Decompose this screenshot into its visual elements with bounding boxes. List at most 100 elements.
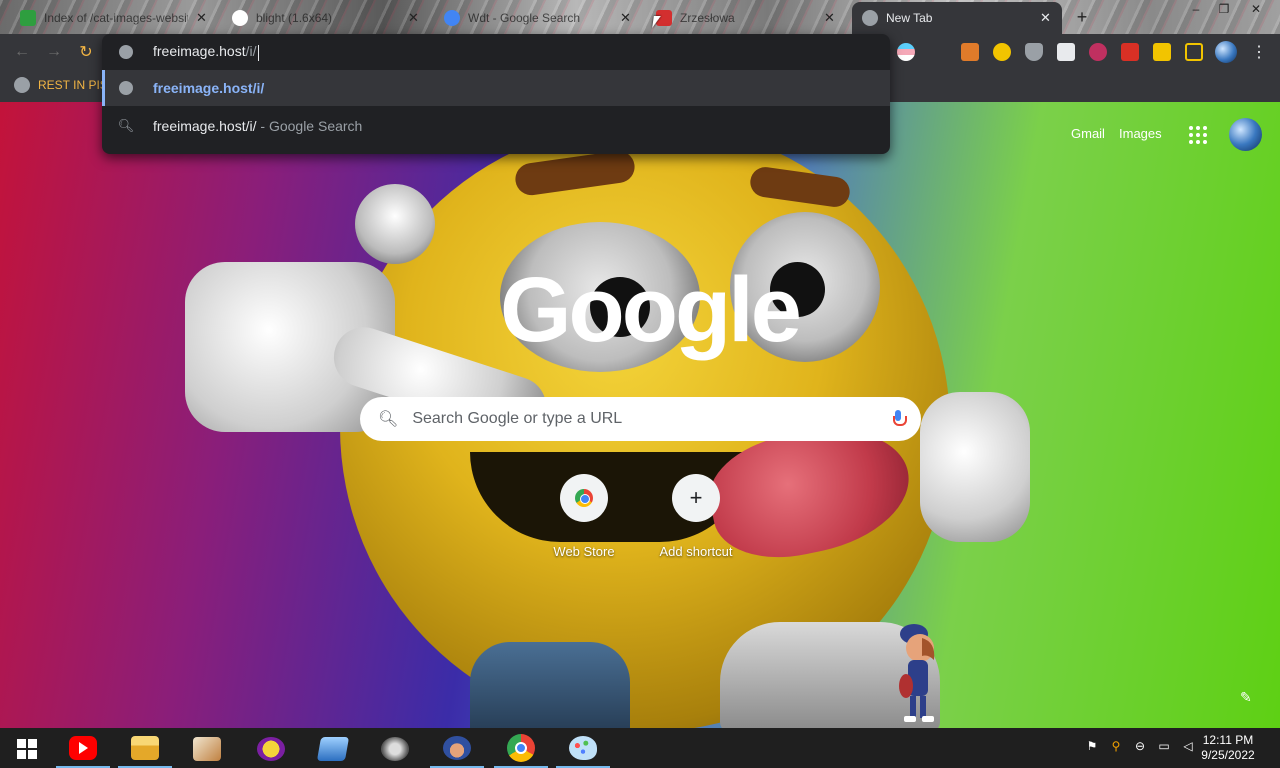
address-bar[interactable]: freeimage.host/i/	[102, 34, 890, 70]
start-button[interactable]	[0, 730, 54, 768]
suggestion-query: freeimage.host/i/	[153, 118, 257, 134]
wikipedia-icon[interactable]	[1057, 43, 1075, 61]
account-avatar[interactable]	[1229, 118, 1262, 151]
network-icon[interactable]: ▭	[1156, 738, 1172, 754]
restore-button[interactable]: ❐	[1210, 0, 1238, 18]
tab-close-icon[interactable]: ✕	[1040, 10, 1052, 26]
google-icon	[444, 10, 460, 26]
tab-title: Zrzesłowa	[680, 11, 735, 25]
paw-icon[interactable]	[961, 43, 979, 61]
window-close-button[interactable]: ✕	[1242, 0, 1270, 18]
suggestion-item[interactable]: 🔍︎ freeimage.host/i/ - Google Search	[102, 108, 890, 144]
taskbar-media-player[interactable]	[368, 730, 422, 768]
text-caret	[257, 44, 259, 61]
tab-title: Index of /cat-images-website	[44, 11, 188, 25]
tab-close-icon[interactable]: ✕	[196, 10, 208, 26]
background-glove	[920, 392, 1030, 542]
tab-title: blight (1.6x64)	[256, 11, 333, 25]
windows-logo-icon	[17, 739, 37, 759]
tab-active[interactable]: New Tab ✕	[852, 2, 1062, 34]
taskbar-mascot-app[interactable]	[430, 730, 484, 768]
taskbar-file-explorer[interactable]	[118, 730, 172, 768]
clock-date: 9/25/2022	[1201, 748, 1255, 762]
new-tab-button[interactable]: +	[1071, 6, 1093, 28]
shortcut-add[interactable]: + Add shortcut	[646, 474, 746, 559]
background-shoe	[470, 642, 630, 728]
profile-icon[interactable]	[1215, 41, 1237, 63]
globe-icon	[119, 45, 133, 59]
images-link[interactable]: Images	[1119, 126, 1162, 141]
kebab-menu-icon[interactable]: ⋮	[1250, 43, 1268, 61]
plus-icon: +	[672, 474, 720, 522]
bookmark-item[interactable]: REST IN PISS	[14, 77, 116, 93]
side-panel-icon[interactable]	[1185, 43, 1203, 61]
puzzle-icon[interactable]	[1153, 43, 1171, 61]
tab-close-icon[interactable]: ✕	[824, 10, 836, 26]
ntp-search-input[interactable]	[412, 410, 879, 428]
google-logo: Google	[500, 259, 802, 361]
media-player-icon	[381, 737, 409, 761]
chrome-icon	[507, 734, 535, 762]
microphone-icon[interactable]	[893, 410, 907, 428]
runner-icon[interactable]	[993, 43, 1011, 61]
flag-icon[interactable]: ⚑	[1084, 738, 1100, 754]
tab-title: New Tab	[886, 11, 933, 25]
suggestion-suffix: - Google Search	[256, 118, 363, 134]
apps-grid-icon[interactable]	[1189, 126, 1207, 144]
taskbar-paint-app[interactable]	[180, 730, 234, 768]
pencil-icon[interactable]: ✎	[1240, 689, 1252, 706]
shortcut-web-store[interactable]: Web Store	[534, 474, 634, 559]
tab-title: Wdt - Google Search	[468, 11, 581, 25]
desktop-mascot-image	[899, 624, 935, 722]
volume-icon[interactable]: ◁	[1180, 738, 1196, 754]
pin-icon[interactable]	[1089, 43, 1107, 61]
youtube-icon	[69, 736, 97, 760]
minimize-button[interactable]: –	[1182, 0, 1210, 18]
suggestion-item-selected[interactable]: freeimage.host/i/	[102, 70, 890, 106]
chrome-webstore-icon	[575, 489, 593, 507]
mascot-app-icon	[443, 736, 471, 760]
tab[interactable]: Index of /cat-images-website ✕	[10, 4, 218, 32]
back-button[interactable]: ←	[11, 41, 33, 63]
taskbar-display-app[interactable]	[306, 730, 360, 768]
taskbar-chrome[interactable]	[494, 730, 548, 768]
file-explorer-icon	[131, 736, 159, 760]
tab-close-icon[interactable]: ✕	[408, 10, 420, 26]
shortcut-label: Add shortcut	[659, 544, 733, 559]
globe-icon	[119, 81, 133, 95]
tab-close-icon[interactable]: ✕	[620, 10, 632, 26]
taskbar-palette[interactable]	[556, 730, 610, 768]
shortcut-tile	[560, 474, 608, 522]
tab[interactable]: blight (1.6x64) ✕	[222, 4, 430, 32]
tray-status-icon[interactable]: ⊖	[1132, 738, 1148, 754]
globe-icon	[14, 77, 30, 93]
address-text[interactable]: freeimage.host/i/	[153, 43, 259, 61]
background-orb	[355, 184, 435, 264]
search-icon: 🔍︎	[378, 411, 399, 428]
address-autocomplete-text: /i/	[245, 43, 257, 60]
reload-button[interactable]: ↻	[75, 41, 97, 63]
taskbar-yahoo-messenger[interactable]	[244, 730, 298, 768]
ntp-search-box[interactable]: 🔍︎	[360, 397, 921, 441]
tab-favicon	[20, 10, 36, 26]
wordpress-icon	[232, 10, 248, 26]
tab[interactable]: Wdt - Google Search ✕	[434, 4, 642, 32]
gmail-link[interactable]: Gmail	[1071, 126, 1105, 141]
address-typed-text: freeimage.host	[153, 43, 246, 60]
ublock-icon[interactable]	[1025, 43, 1043, 61]
tray-search-icon[interactable]: ⚲	[1108, 738, 1124, 754]
taskbar-clock[interactable]: 12:11 PM 9/25/2022	[1196, 733, 1260, 763]
trans-flag-icon[interactable]	[897, 43, 915, 61]
suggestion-url: freeimage.host/i/	[153, 80, 265, 96]
tab[interactable]: Zrzesłowa ✕	[646, 4, 846, 32]
display-app-icon	[316, 737, 350, 761]
yahoo-messenger-icon	[257, 737, 285, 761]
scissors-icon[interactable]	[1121, 43, 1139, 61]
clock-time: 12:11 PM	[1202, 733, 1254, 747]
forward-button[interactable]: →	[43, 41, 65, 63]
shortcut-label: Web Store	[553, 544, 615, 559]
taskbar-youtube[interactable]	[56, 730, 110, 768]
omnibox-dropdown: freeimage.host/i/ freeimage.host/i/ 🔍︎ f…	[102, 34, 890, 154]
search-icon: 🔍︎	[117, 118, 135, 133]
paint-app-icon	[193, 737, 221, 761]
